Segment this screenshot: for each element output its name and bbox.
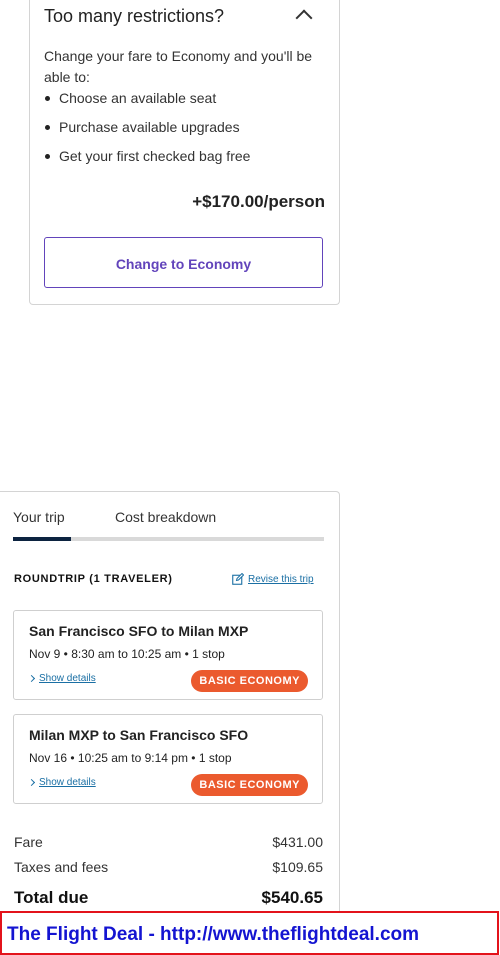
show-details-label[interactable]: Show details <box>39 777 96 788</box>
taxes-label: Taxes and fees <box>14 859 109 875</box>
watermark-banner: The Flight Deal - http://www.theflightde… <box>0 911 499 955</box>
tab-cost-breakdown[interactable]: Cost breakdown <box>115 509 216 525</box>
tab-indicator-track <box>13 537 324 541</box>
segment-times: Nov 16 • 10:25 am to 9:14 pm • 1 stop <box>29 751 232 765</box>
show-details-link[interactable]: Show details <box>27 673 96 684</box>
restrictions-card: Too many restrictions? Change your fare … <box>29 0 340 305</box>
edit-icon <box>232 573 244 585</box>
cost-row-taxes: Taxes and fees $109.65 <box>14 859 323 875</box>
cost-row-fare: Fare $431.00 <box>14 834 323 850</box>
fare-label: Fare <box>14 834 43 850</box>
change-to-economy-button[interactable]: Change to Economy <box>44 237 323 288</box>
perks-list: Choose an available seat Purchase availa… <box>44 88 250 175</box>
restrictions-title: Too many restrictions? <box>44 6 225 26</box>
segment-times: Nov 9 • 8:30 am to 10:25 am • 1 stop <box>29 647 225 661</box>
total-amount: $540.65 <box>261 888 323 907</box>
segment-route: San Francisco SFO to Milan MXP <box>29 623 249 639</box>
revise-trip-link[interactable]: Revise this trip <box>232 573 314 585</box>
tab-your-trip[interactable]: Your trip <box>13 509 65 525</box>
show-details-label[interactable]: Show details <box>39 673 96 684</box>
trip-type-header: ROUNDTRIP (1 TRAVELER) <box>14 573 173 585</box>
tab-active-indicator <box>13 537 71 541</box>
show-details-link[interactable]: Show details <box>27 777 96 788</box>
fare-amount: $431.00 <box>272 834 323 850</box>
total-label: Total due <box>14 888 89 907</box>
taxes-amount: $109.65 <box>272 859 323 875</box>
fare-class-badge: BASIC ECONOMY <box>191 774 308 796</box>
watermark-text: The Flight Deal - http://www.theflightde… <box>7 924 420 945</box>
perk-item: Choose an available seat <box>44 88 250 117</box>
perk-item: Get your first checked bag free <box>44 146 250 175</box>
chevron-right-icon <box>27 674 36 683</box>
revise-trip-label[interactable]: Revise this trip <box>248 574 314 585</box>
fare-class-badge: BASIC ECONOMY <box>191 670 308 692</box>
perk-item: Purchase available upgrades <box>44 117 250 146</box>
upgrade-price: +$170.00/person <box>192 192 325 211</box>
segment-route: Milan MXP to San Francisco SFO <box>29 727 249 743</box>
flight-segment-card: San Francisco SFO to Milan MXP Nov 9 • 8… <box>13 610 323 700</box>
chevron-right-icon <box>27 778 36 787</box>
flight-segment-card: Milan MXP to San Francisco SFO Nov 16 • … <box>13 714 323 804</box>
restrictions-description: Change your fare to Economy and you'll b… <box>44 48 313 85</box>
trip-summary-card: Your trip Cost breakdown ROUNDTRIP (1 TR… <box>0 491 340 912</box>
cost-row-total: Total due $540.65 <box>14 888 323 908</box>
chevron-up-icon[interactable] <box>295 9 313 27</box>
